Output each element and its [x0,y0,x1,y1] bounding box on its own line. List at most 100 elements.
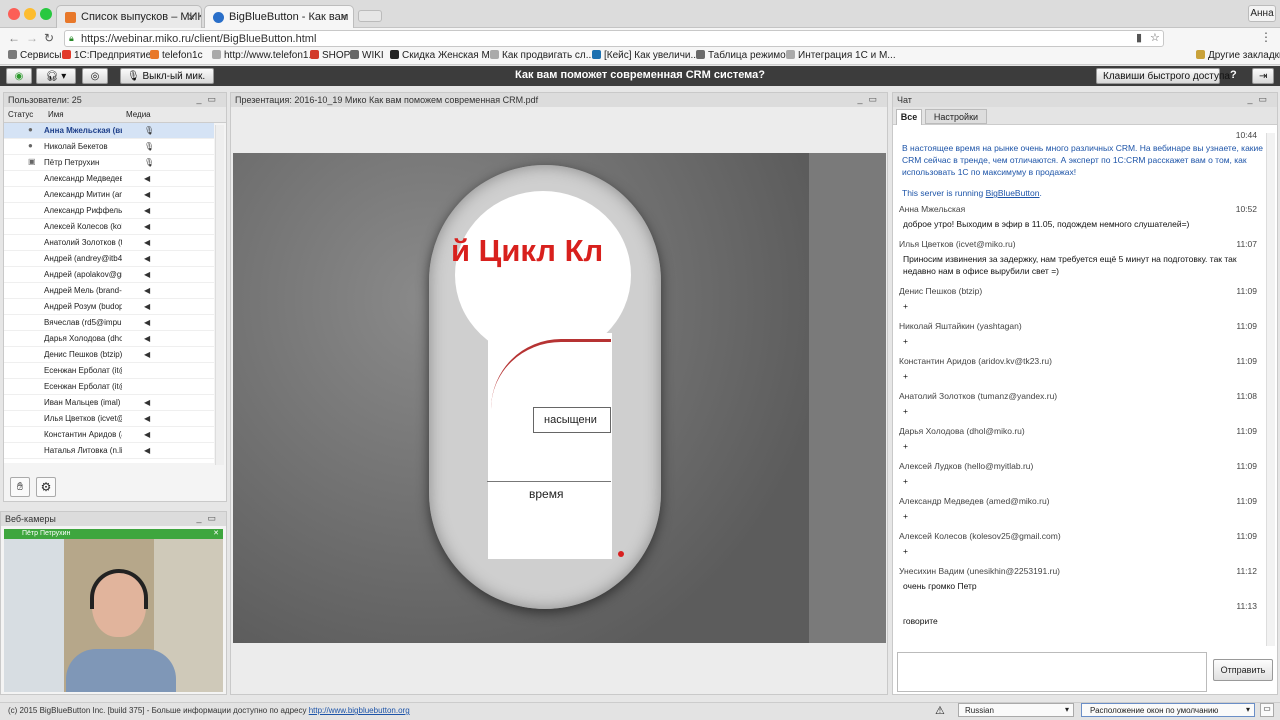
speaker-icon[interactable]: ◀ [144,302,150,311]
logout-icon[interactable]: ⇥ [1252,68,1274,84]
speaker-icon[interactable]: ◀ [144,334,150,343]
apply-layout-icon[interactable]: ▭ [1260,703,1274,717]
panel-window-controls-icon[interactable]: _▭ [196,513,222,524]
panel-window-controls-icon[interactable]: _▭ [857,94,883,105]
user-row[interactable]: ● Николай Бекетов 🎙︎ [4,139,214,155]
microphone-icon[interactable]: 🎙︎ [144,126,154,135]
speaker-icon[interactable]: ◀ [144,446,150,455]
user-row[interactable]: Наталья Литовка (n.lito ◀ [4,443,214,459]
language-select[interactable]: Russian ▾ [958,703,1074,717]
bookmark-item[interactable]: 1С:Предприятие [62,50,151,61]
bookmark-item[interactable]: Скидка Женская М... [390,50,498,61]
user-row[interactable]: Алексей Колесов (kole ◀ [4,219,214,235]
speaker-icon[interactable]: ◀ [144,174,150,183]
minimize-window-button[interactable] [24,8,36,20]
speaker-icon[interactable]: ◀ [144,222,150,231]
bookmark-item[interactable]: SHOP [310,50,350,61]
microphone-icon[interactable]: 🎙︎ [144,158,154,167]
chat-input[interactable] [897,652,1207,692]
users-scrollbar[interactable] [215,125,224,465]
user-row[interactable]: Александр Митин (ami ◀ [4,187,214,203]
camera-icon[interactable]: ▮ [1136,31,1142,44]
message-author: Николай Яштайкин (yashtagan) [899,321,1022,331]
other-bookmarks[interactable]: Другие закладки [1196,50,1280,61]
back-icon[interactable]: ← [8,31,20,45]
user-row[interactable]: Андрей (apolakov@gm ◀ [4,267,214,283]
footer-copyright: (c) 2015 BigBlueButton Inc. [build 375] … [8,706,410,715]
speaker-icon[interactable]: ◀ [144,398,150,407]
message-time: 11:09 [1236,321,1257,331]
profile-button[interactable]: Анна [1248,5,1276,22]
bookmark-item[interactable]: http://www.telefon1... [212,50,317,61]
user-row[interactable]: Есенжан Ерболат (it@ [4,363,214,379]
menu-icon[interactable]: ⋮ [1260,30,1272,44]
maximize-window-button[interactable] [40,8,52,20]
user-row[interactable]: Андрей Мель (brand-k ◀ [4,283,214,299]
speaker-icon[interactable]: ◀ [144,286,150,295]
speaker-icon[interactable]: ◀ [144,270,150,279]
forward-icon[interactable]: → [26,31,38,45]
browser-tab-miko[interactable]: Список выпусков – МИКО 1С × [56,5,202,28]
new-tab-button[interactable] [358,10,382,22]
bookmark-item[interactable]: WIKI [350,50,384,61]
user-row[interactable]: Есенжан Ерболат (it@ [4,379,214,395]
close-tab-icon[interactable]: × [188,10,195,24]
raise-hand-icon[interactable]: ✋︎ [10,477,30,497]
user-row[interactable]: Иван Мальцев (imal) ◀ [4,395,214,411]
speaker-icon[interactable]: ◀ [144,206,150,215]
url-field[interactable]: 🔒︎ https://webinar.miko.ru/client/BigBlu… [64,30,1164,47]
reload-icon[interactable]: ↻ [44,31,54,45]
speaker-icon[interactable]: ◀ [144,414,150,423]
panel-window-controls-icon[interactable]: _▭ [1247,94,1273,105]
layout-select[interactable]: Расположение окон по умолчанию ▾ [1081,703,1255,717]
bookmark-item[interactable]: Таблица режимов [696,50,791,61]
col-status[interactable]: Статус [8,110,33,119]
user-row[interactable]: Андрей (andrey@itb45. ◀ [4,251,214,267]
user-row[interactable]: Константин Аридов (ar ◀ [4,427,214,443]
user-row[interactable]: ▣ Пётр Петрухин 🎙︎ [4,155,214,171]
col-name[interactable]: Имя [48,110,64,119]
message-text: + [903,476,908,486]
star-icon[interactable]: ☆ [1150,31,1160,44]
user-name: Николай Бекетов [44,142,108,151]
settings-gear-icon[interactable]: ⚙︎ [36,477,56,497]
speaker-icon[interactable]: ◀ [144,254,150,263]
send-button[interactable]: Отправить [1213,659,1273,681]
col-media[interactable]: Медиа [126,110,151,119]
speaker-icon[interactable]: ◀ [144,238,150,247]
bookmark-item[interactable]: Как продвигать сл... [490,50,594,61]
close-tab-icon[interactable]: × [340,10,347,24]
user-row[interactable]: Денис Пешков (btzip) ◀ [4,347,214,363]
bookmark-item[interactable]: Сервисы [8,50,61,61]
user-row[interactable]: Дарья Холодова (dhol ◀ [4,331,214,347]
panel-window-controls-icon[interactable]: _▭ [196,94,222,105]
slide-canvas[interactable]: й Цикл Кл насыщени время [233,153,886,643]
tab-settings[interactable]: Настройки [925,109,987,124]
chat-scrollbar[interactable] [1266,133,1275,646]
user-row[interactable]: Андрей Розум (budopt ◀ [4,299,214,315]
speaker-icon[interactable]: ◀ [144,318,150,327]
warning-icon[interactable]: ⚠ [935,704,945,717]
bookmark-item[interactable]: Интеграция 1С и М... [786,50,896,61]
bookmark-item[interactable]: telefon1c [150,50,203,61]
speaker-icon[interactable]: ◀ [144,430,150,439]
close-window-button[interactable] [8,8,20,20]
bbb-link[interactable]: BigBlueButton [986,188,1040,198]
webcams-panel-title: Веб-камеры _▭ [1,512,226,526]
tab-all[interactable]: Все [896,109,922,125]
bookmark-item[interactable]: [Кейс] Как увеличи... [592,50,699,61]
speaker-icon[interactable]: ◀ [144,350,150,359]
shortcuts-button[interactable]: Клавиши быстрого доступа [1096,68,1230,84]
user-row[interactable]: Вячеслав (rd5@impuls ◀ [4,315,214,331]
help-icon[interactable]: ? [1230,69,1237,81]
user-row[interactable]: Александр Риффель (◀ [4,203,214,219]
bbb-website-link[interactable]: http://www.bigbluebutton.org [309,706,410,715]
user-row[interactable]: Анатолий Золотков (tu ◀ [4,235,214,251]
user-row[interactable]: ● Анна Мжельская (вы) 🎙︎ [4,123,214,139]
close-webcam-icon[interactable]: ✕ [213,529,219,537]
speaker-icon[interactable]: ◀ [144,190,150,199]
user-row[interactable]: Илья Цветков (icvet@n ◀ [4,411,214,427]
microphone-icon[interactable]: 🎙︎ [144,142,154,151]
browser-tab-bbb[interactable]: BigBlueButton - Как вам × [204,5,354,28]
user-row[interactable]: Александр Медведев (◀ [4,171,214,187]
